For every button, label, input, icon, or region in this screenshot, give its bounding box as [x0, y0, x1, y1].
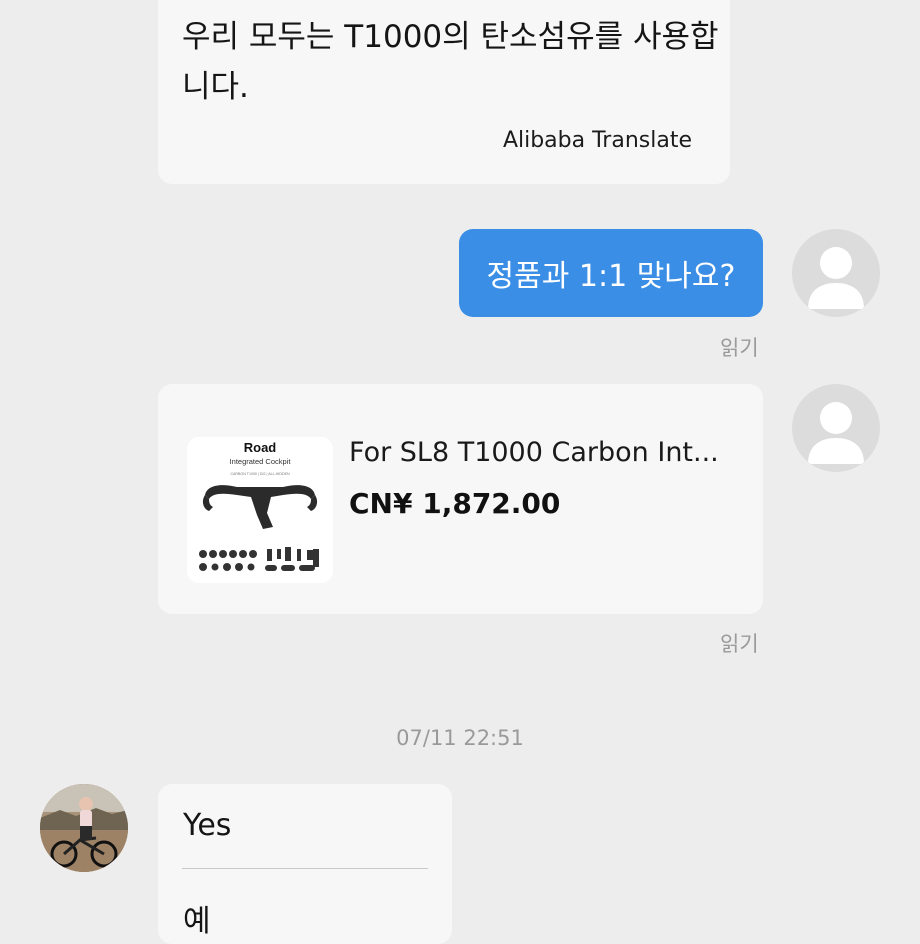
cyclist-photo-avatar — [40, 784, 128, 872]
product-title: For SL8 T1000 Carbon Int... — [349, 437, 719, 468]
default-user-icon — [808, 247, 864, 309]
seller-avatar[interactable] — [40, 784, 128, 872]
translated-message-bubble[interactable]: 우리 모두는 T1000의 탄소섬유를 사용합니다. Alibaba Trans… — [158, 0, 730, 184]
product-image[interactable]: Road Integrated Cockpit CARBON T1000 | D… — [187, 437, 333, 583]
outgoing-message-text: 정품과 1:1 맞나요? — [486, 259, 736, 294]
translated-message-text: 우리 모두는 T1000의 탄소섬유를 사용합니다. — [182, 19, 719, 105]
product-image-caption: CARBON T1000 | DI2 | ALL-HIDDEN — [230, 472, 290, 476]
reply-text: Yes — [183, 808, 232, 843]
product-image-subtitle: Integrated Cockpit — [230, 457, 292, 466]
outgoing-message-bubble[interactable]: 정품과 1:1 맞나요? — [459, 229, 763, 317]
product-price: CN¥ 1,872.00 — [349, 487, 561, 520]
read-status: 읽기 — [720, 336, 759, 360]
my-avatar-2[interactable] — [792, 384, 880, 472]
my-avatar[interactable] — [792, 229, 880, 317]
message-timestamp: 07/11 22:51 — [396, 726, 524, 750]
handlebar-product-illustration: Road Integrated Cockpit CARBON T1000 | D… — [187, 437, 333, 583]
default-user-icon — [808, 402, 864, 464]
product-image-title: Road — [244, 440, 277, 455]
translation-source-label: Alibaba Translate — [502, 128, 692, 153]
reply-divider — [182, 868, 428, 869]
read-status-2: 읽기 — [720, 632, 759, 656]
reply-translation: 예 — [183, 904, 211, 939]
